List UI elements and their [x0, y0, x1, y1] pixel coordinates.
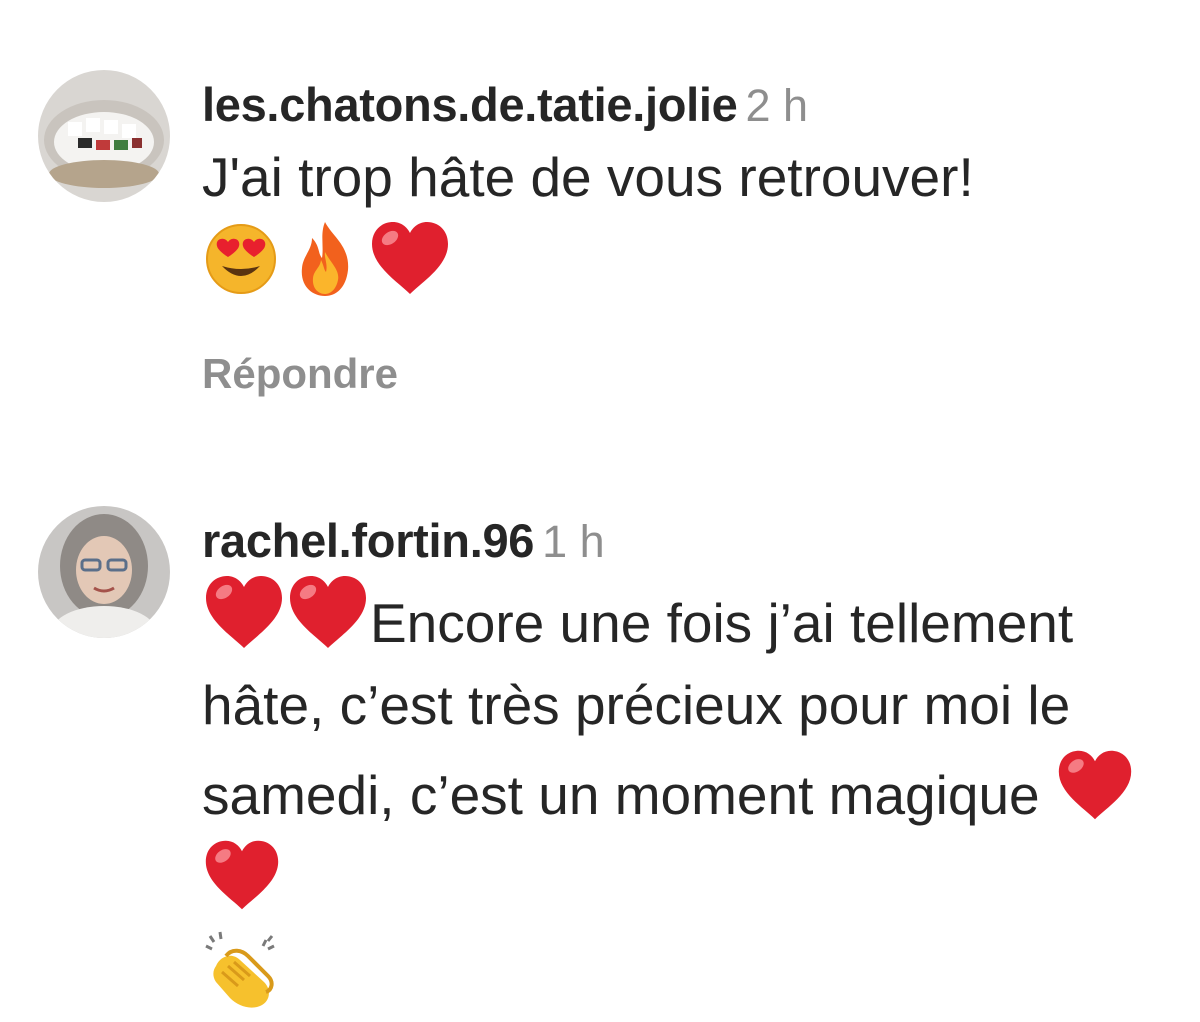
red-heart-emoji — [286, 572, 370, 652]
clapping-hands-emoji — [202, 926, 286, 1010]
username-link[interactable]: rachel.fortin.96 — [202, 514, 534, 567]
comment-text: J'ai trop hâte de vous retrouver! — [202, 136, 1182, 310]
comment-timestamp: 2 h — [745, 80, 809, 131]
fire-emoji — [290, 218, 360, 298]
red-heart-emoji — [1055, 746, 1135, 824]
comment-text: Encore une fois j’ai tellement hâte, c’e… — [202, 572, 1182, 1022]
red-heart-emoji — [202, 836, 282, 914]
username-link[interactable]: les.chatons.de.tatie.jolie — [202, 78, 738, 131]
avatar[interactable] — [38, 70, 170, 202]
heart-eyes-emoji — [202, 220, 280, 298]
reply-button[interactable]: Répondre — [202, 350, 398, 398]
avatar[interactable] — [38, 506, 170, 638]
red-heart-emoji — [202, 572, 286, 652]
comment-text-body: J'ai trop hâte de vous retrouver! — [202, 146, 974, 208]
red-heart-emoji — [368, 218, 452, 298]
comment-timestamp: 1 h — [542, 516, 605, 567]
